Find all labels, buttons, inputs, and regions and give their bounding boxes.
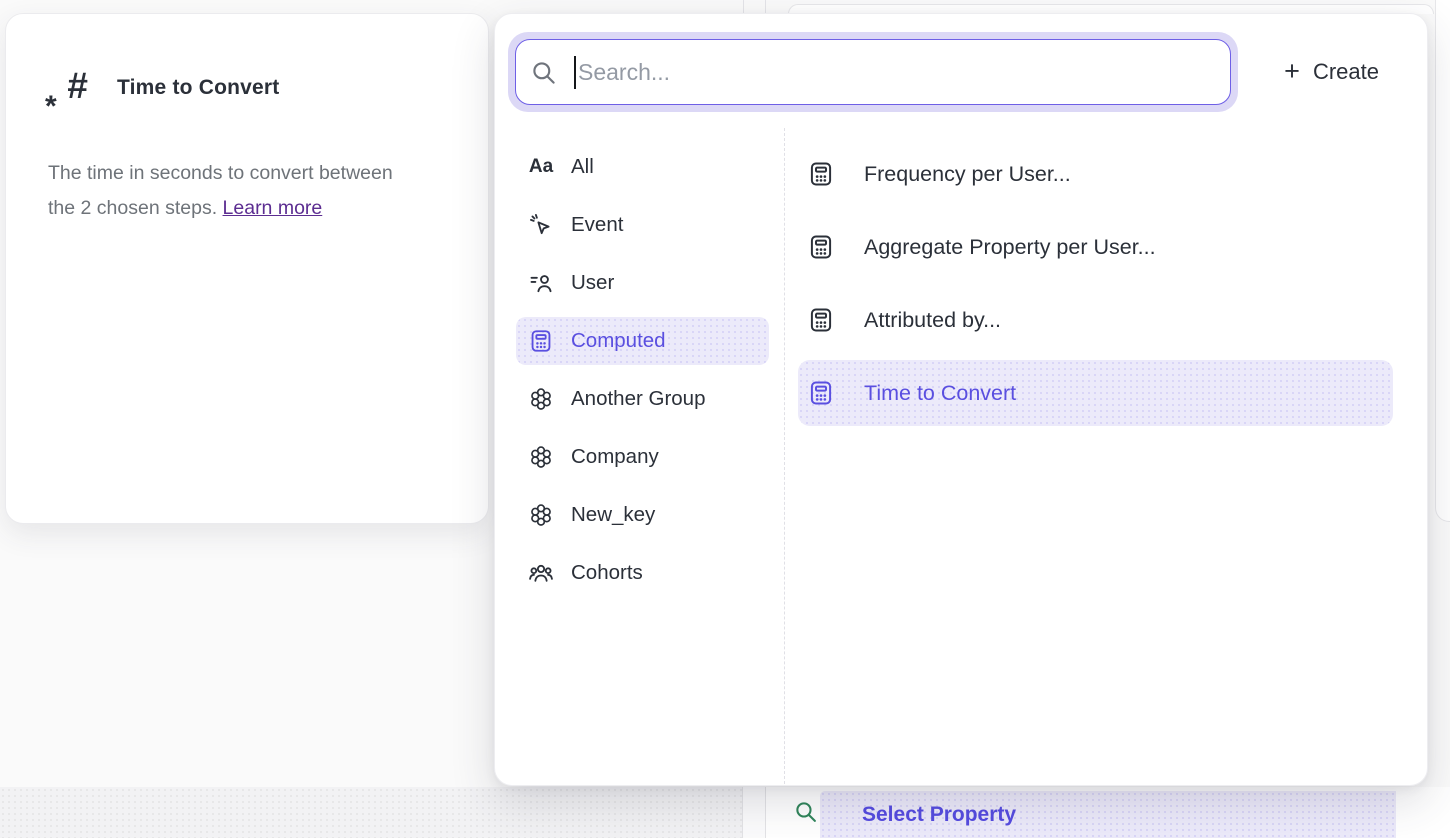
category-item-label: User — [571, 271, 614, 295]
category-item-user[interactable]: User — [516, 259, 769, 307]
column-divider — [784, 128, 785, 784]
result-item-label: Frequency per User... — [864, 162, 1071, 187]
plus-icon: + — [1284, 58, 1300, 85]
result-item-time-to-convert[interactable]: Time to Convert — [798, 360, 1393, 426]
calculator-icon — [807, 306, 835, 334]
tooltip-description: The time in seconds to convert between t… — [48, 156, 410, 226]
category-item-all[interactable]: Aa All — [516, 143, 769, 191]
background-card-edge — [1435, 0, 1450, 522]
select-property-label: Select Property — [862, 803, 1016, 827]
tooltip-header: # * Time to Convert — [48, 64, 279, 112]
user-list-icon — [528, 270, 554, 296]
property-tooltip-card: # * Time to Convert The time in seconds … — [5, 13, 489, 524]
category-list: Aa All Event User Computed Another Group Compa… — [516, 143, 769, 607]
search-field[interactable] — [515, 39, 1231, 105]
property-selector-dropdown: + Create Aa All Event User Computed Another G… — [494, 13, 1428, 786]
category-item-label: New_key — [571, 503, 655, 527]
result-list: Frequency per User... Aggregate Property … — [798, 141, 1393, 433]
learn-more-link[interactable]: Learn more — [223, 197, 323, 219]
background-divider-line — [743, 0, 744, 13]
background-strip — [0, 787, 743, 838]
result-item-aggregate-property-per-user[interactable]: Aggregate Property per User... — [798, 214, 1393, 280]
group-cluster-icon — [528, 386, 554, 412]
select-property-search-icon — [793, 799, 818, 824]
category-item-label: Another Group — [571, 387, 705, 411]
calculator-icon — [807, 233, 835, 261]
select-property-button[interactable]: Select Property — [820, 791, 1396, 838]
background-divider-line — [765, 0, 766, 13]
search-focus-ring — [508, 32, 1238, 112]
category-item-company[interactable]: Company — [516, 433, 769, 481]
tooltip-title: Time to Convert — [117, 76, 279, 100]
result-item-attributed-by[interactable]: Attributed by... — [798, 287, 1393, 353]
category-item-label: Event — [571, 213, 623, 237]
category-item-label: All — [571, 155, 594, 179]
asterisk-glyph: * — [45, 90, 57, 124]
cohorts-icon — [528, 560, 554, 586]
category-item-event[interactable]: Event — [516, 201, 769, 249]
group-cluster-icon — [528, 502, 554, 528]
create-button-label: Create — [1313, 59, 1379, 85]
category-item-label: Computed — [571, 329, 666, 353]
result-item-label: Attributed by... — [864, 308, 1001, 333]
category-item-cohorts[interactable]: Cohorts — [516, 549, 769, 597]
background-funnel-row: Select Property — [0, 787, 1450, 838]
hash-glyph: # — [67, 64, 88, 108]
group-cluster-icon — [528, 444, 554, 470]
background-strip-right: Select Property — [766, 787, 1450, 838]
calculator-icon — [807, 160, 835, 188]
category-item-new-key[interactable]: New_key — [516, 491, 769, 539]
background-strip-column — [743, 787, 766, 838]
result-item-label: Time to Convert — [864, 381, 1016, 406]
search-input[interactable] — [576, 59, 1216, 86]
result-item-label: Aggregate Property per User... — [864, 235, 1156, 260]
search-icon — [530, 59, 557, 86]
category-item-label: Company — [571, 445, 659, 469]
category-item-label: Cohorts — [571, 561, 643, 585]
text-aa-icon: Aa — [528, 154, 554, 180]
create-button[interactable]: + Create — [1284, 58, 1379, 85]
tooltip-description-text: The time in seconds to convert between t… — [48, 162, 393, 219]
numeric-property-icon: # * — [48, 64, 88, 112]
result-item-frequency-per-user[interactable]: Frequency per User... — [798, 141, 1393, 207]
category-item-another-group[interactable]: Another Group — [516, 375, 769, 423]
cursor-click-icon — [528, 212, 554, 238]
calculator-icon — [807, 379, 835, 407]
calculator-icon — [528, 328, 554, 354]
category-item-computed[interactable]: Computed — [516, 317, 769, 365]
